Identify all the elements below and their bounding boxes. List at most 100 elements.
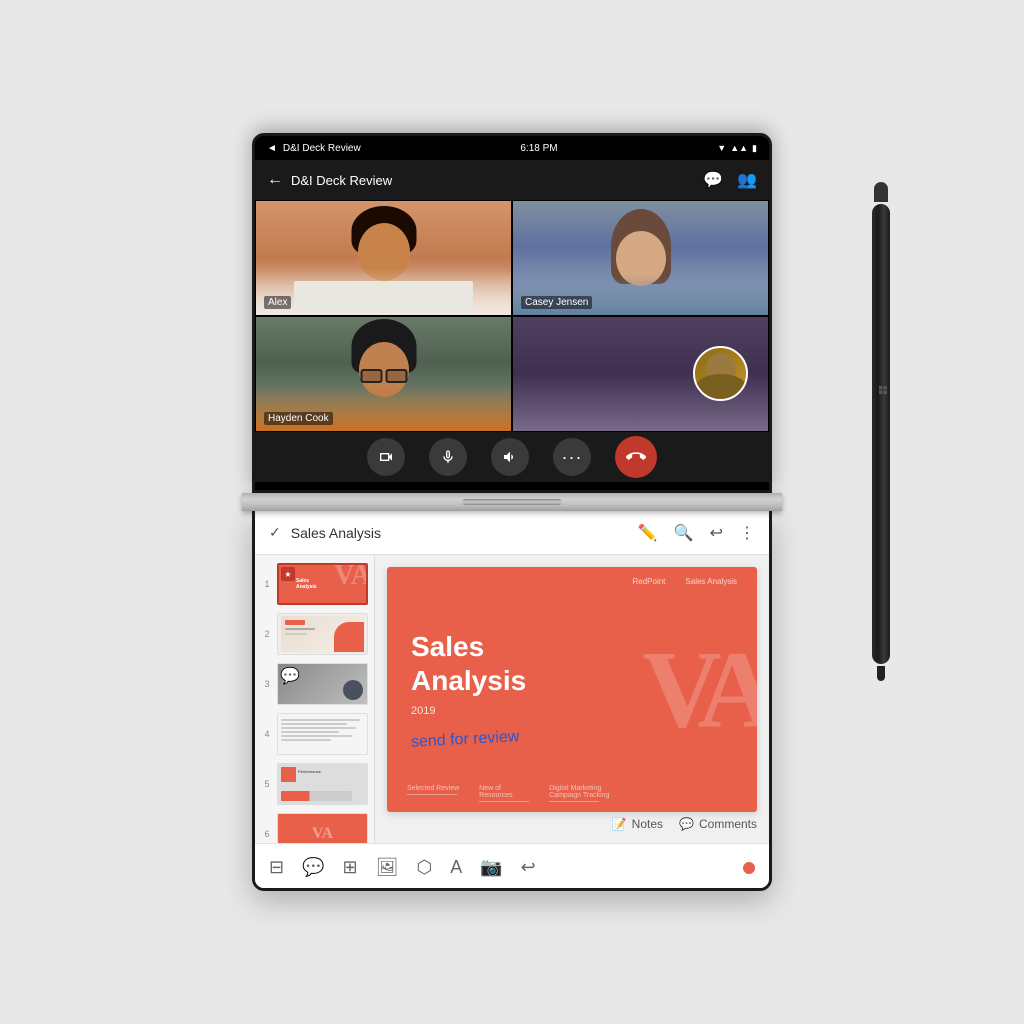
grid-icon[interactable]: ⊞ — [343, 857, 358, 878]
notes-comments-bar: 📝 Notes 💬 Comments — [387, 812, 757, 831]
notes-icon: 📝 — [612, 817, 627, 831]
slide-thumb-2[interactable]: 2 — [259, 611, 370, 657]
battery-icon: ▮ — [752, 143, 757, 154]
layout-icon[interactable]: ⊟ — [269, 857, 284, 878]
slide-thumb-4[interactable]: 4 — [259, 711, 370, 757]
slide-num-5: 5 — [261, 779, 273, 789]
bottom-label-3: Digital MarketingCampaign Tracking — [549, 785, 609, 802]
slide-thumb-5[interactable]: 5 Performance — [259, 761, 370, 807]
slide-num-4: 4 — [261, 729, 273, 739]
chat-toolbar-icon[interactable]: 💬 — [302, 857, 324, 878]
wifi-icon: ▼ — [717, 143, 726, 153]
slide-label-redpoint: RedPoint — [632, 577, 665, 586]
video-grid: Alex Casey Jensen — [255, 200, 769, 432]
slide-image-4 — [277, 713, 368, 755]
video-cell-2: Casey Jensen — [512, 200, 769, 316]
meeting-title: D&I Deck Review — [291, 173, 392, 188]
participant-3-label: Hayden Cook — [264, 412, 333, 425]
people-icon[interactable]: 👥 — [737, 170, 757, 190]
stylus-tip — [877, 666, 885, 681]
stylus-body — [872, 204, 890, 664]
top-screen: ◄ D&I Deck Review 6:18 PM ▼ ▲▲ ▮ ← D&I D… — [252, 133, 772, 493]
slide-star-icon: ★ — [281, 567, 295, 581]
slide-panel: 1 ★ SalesAnalysis VA — [255, 555, 375, 843]
teams-header-left: ← D&I Deck Review — [267, 171, 392, 189]
shapes-icon[interactable]: ⬡ — [416, 857, 432, 878]
ppt-header: ✓ Sales Analysis ✏️ 🔍 ↩ ⋮ — [255, 511, 769, 555]
camera-button[interactable] — [367, 438, 405, 476]
back-icon: ◄ — [267, 143, 277, 154]
slide-label-sales: Sales Analysis — [685, 577, 737, 586]
bottom-screen: ✓ Sales Analysis ✏️ 🔍 ↩ ⋮ 1 — [252, 511, 772, 891]
pen-icon[interactable]: ✏️ — [638, 523, 658, 543]
more-options-icon[interactable]: ⋮ — [739, 523, 755, 543]
scene: ◄ D&I Deck Review 6:18 PM ▼ ▲▲ ▮ ← D&I D… — [102, 62, 922, 962]
chat-icon[interactable]: 💬 — [703, 170, 723, 190]
ppt-header-left: ✓ Sales Analysis — [269, 524, 381, 541]
video-cell-3: Hayden Cook — [255, 316, 512, 432]
color-indicator[interactable] — [743, 862, 755, 874]
comments-label: Comments — [699, 817, 757, 831]
bottom-label-2: New ofResources — [479, 785, 529, 802]
slide-text-area: SalesAnalysis 2019 send for review — [387, 610, 550, 769]
slide-year: 2019 — [411, 705, 526, 717]
slide-content: VA RedPoint Sales Analysis SalesAnalysis… — [387, 567, 757, 812]
status-bar-left: ◄ D&I Deck Review — [267, 143, 361, 154]
slide-thumb-6[interactable]: 6 VA — [259, 811, 370, 843]
participant-1-label: Alex — [264, 296, 291, 309]
device: ◄ D&I Deck Review 6:18 PM ▼ ▲▲ ▮ ← D&I D… — [232, 133, 792, 891]
back-button[interactable]: ← — [267, 171, 283, 189]
hinge — [242, 493, 782, 511]
participant-2-label: Casey Jensen — [521, 296, 592, 309]
video-cell-4 — [512, 316, 769, 432]
participant-1-video — [256, 201, 511, 315]
undo-toolbar-icon[interactable]: ↩ — [521, 857, 536, 878]
notes-button[interactable]: 📝 Notes — [612, 817, 663, 831]
notes-label: Notes — [632, 817, 663, 831]
handwriting-annotation: send for review — [411, 728, 520, 752]
teams-header-right: 💬 👥 — [703, 170, 757, 190]
ppt-header-right: ✏️ 🔍 ↩ ⋮ — [638, 523, 755, 543]
status-bar-right: ▼ ▲▲ ▮ — [717, 143, 757, 154]
ppt-footer-toolbar: ⊟ 💬 ⊞ 🖼 ⬡ A 📷 ↩ — [255, 857, 729, 878]
more-button[interactable]: ··· — [553, 438, 591, 476]
comments-icon: 💬 — [679, 817, 694, 831]
stylus — [870, 182, 892, 662]
ppt-footer-right — [729, 862, 769, 874]
call-controls[interactable]: ··· — [255, 432, 769, 482]
slide-bottom-labels: Selected Review New ofResources Digital … — [407, 785, 609, 802]
slide-top-labels: RedPoint Sales Analysis — [632, 577, 737, 586]
slide-num-1: 1 — [261, 579, 273, 589]
slide-main-view: VA RedPoint Sales Analysis SalesAnalysis… — [375, 555, 769, 843]
slide-thumb-1[interactable]: 1 ★ SalesAnalysis VA — [259, 561, 370, 607]
image-icon[interactable]: 🖼 — [376, 857, 399, 878]
slide-image-1: ★ SalesAnalysis VA — [277, 563, 368, 605]
hinge-bar — [462, 499, 562, 505]
text-icon[interactable]: A — [450, 857, 462, 878]
slide-image-6: VA — [277, 813, 368, 843]
teams-header: ← D&I Deck Review 💬 👥 — [255, 160, 769, 200]
undo-icon[interactable]: ↩ — [710, 523, 723, 543]
slide-num-2: 2 — [261, 629, 273, 639]
slide-title: SalesAnalysis — [411, 630, 526, 697]
slide-image-2 — [277, 613, 368, 655]
ppt-footer: ⊟ 💬 ⊞ 🖼 ⬡ A 📷 ↩ — [255, 843, 769, 891]
end-call-button[interactable] — [615, 436, 657, 478]
camera-toolbar-icon[interactable]: 📷 — [480, 857, 502, 878]
checkmark-icon[interactable]: ✓ — [269, 524, 281, 541]
slide-image-3: 💬 — [277, 663, 368, 705]
slide-thumb-3[interactable]: 3 💬 — [259, 661, 370, 707]
slide-num-3: 3 — [261, 679, 273, 689]
search-icon[interactable]: 🔍 — [674, 523, 694, 543]
power-button — [252, 216, 254, 256]
status-time: 6:18 PM — [520, 143, 557, 154]
comments-button[interactable]: 💬 Comments — [679, 817, 757, 831]
status-bar: ◄ D&I Deck Review 6:18 PM ▼ ▲▲ ▮ — [255, 136, 769, 160]
self-avatar — [693, 346, 748, 401]
slide-num-6: 6 — [261, 829, 273, 839]
video-cell-1: Alex — [255, 200, 512, 316]
microphone-button[interactable] — [429, 438, 467, 476]
speaker-button[interactable] — [491, 438, 529, 476]
slide-watermark: VA — [642, 626, 757, 753]
bottom-label-1: Selected Review — [407, 785, 459, 802]
